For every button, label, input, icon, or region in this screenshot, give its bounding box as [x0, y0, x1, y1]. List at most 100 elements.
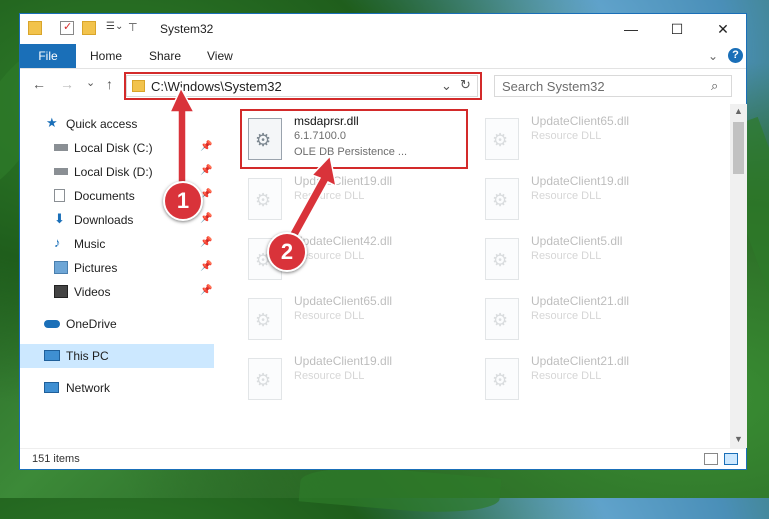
file-description: Resource DLL — [531, 190, 602, 202]
gear-icon: ⚙ — [492, 130, 509, 150]
help-icon[interactable]: ? — [728, 48, 743, 63]
star-icon: ★ — [46, 115, 58, 130]
step-marker-2: 2 — [267, 232, 307, 272]
file-item[interactable]: ⚙ UpdateClient21.dll Resource DLL — [479, 292, 679, 348]
minimize-button[interactable]: — — [608, 14, 654, 44]
back-button[interactable]: ← — [32, 76, 46, 92]
sidebar-item-pictures[interactable]: Pictures 📌 — [20, 256, 214, 280]
step-marker-1: 1 — [163, 181, 203, 221]
dll-file-icon: ⚙ — [485, 178, 519, 220]
close-button[interactable]: ✕ — [700, 14, 746, 44]
drive-icon — [54, 168, 68, 175]
properties-icon[interactable]: ✓ — [60, 21, 74, 35]
gear-icon: ⚙ — [492, 370, 509, 390]
dll-file-icon: ⚙ — [485, 358, 519, 400]
pin-icon[interactable]: 📌 — [200, 165, 212, 176]
file-description: Resource DLL — [531, 310, 602, 322]
status-bar: 151 items — [20, 448, 746, 471]
downloads-icon: ⬇ — [54, 211, 65, 226]
drive-icon — [54, 144, 68, 151]
network-icon — [44, 382, 59, 393]
pin-icon[interactable]: 📌 — [200, 285, 212, 296]
documents-icon — [54, 189, 65, 202]
scroll-up-icon[interactable]: ▲ — [734, 106, 743, 116]
tab-file[interactable]: File — [20, 44, 76, 68]
gear-icon: ⚙ — [492, 190, 509, 210]
file-item[interactable]: ⚙ UpdateClient65.dll Resource DLL — [242, 292, 442, 348]
file-item[interactable]: ⚙ UpdateClient21.dll Resource DLL — [479, 352, 679, 408]
file-item[interactable]: ⚙ UpdateClient19.dll Resource DLL — [479, 172, 679, 228]
navigation-bar: ← → ⌄ ↑ C:\Windows\System32 ⌄ ↻ Search S… — [20, 68, 746, 102]
tab-view[interactable]: View — [207, 44, 233, 68]
gear-icon: ⚙ — [255, 310, 272, 330]
navigation-pane: ★ Quick access Local Disk (C:) 📌 Local D… — [20, 104, 214, 454]
tab-home[interactable]: Home — [90, 44, 122, 68]
sidebar-item-this-pc[interactable]: This PC — [20, 344, 214, 368]
new-folder-icon[interactable] — [82, 21, 96, 35]
ribbon-collapse-icon[interactable]: ⌄ — [708, 44, 718, 68]
sidebar-item-label: Videos — [74, 285, 111, 299]
window-title: System32 — [160, 22, 214, 36]
sidebar-item-music[interactable]: ♪ Music 📌 — [20, 232, 214, 256]
file-item[interactable]: ⚙ UpdateClient65.dll Resource DLL — [479, 112, 679, 168]
vertical-scrollbar[interactable]: ▲ ▼ — [730, 104, 747, 448]
dll-file-icon: ⚙ — [485, 118, 519, 160]
address-highlight-box — [124, 72, 482, 100]
sidebar-item-label: Documents — [74, 189, 135, 203]
file-item[interactable]: ⚙ UpdateClient19.dll Resource DLL — [242, 172, 442, 228]
dll-file-icon: ⚙ — [485, 238, 519, 280]
dll-file-icon: ⚙ — [485, 298, 519, 340]
file-description: Resource DLL — [294, 370, 365, 382]
file-highlight-box — [240, 109, 468, 169]
file-item[interactable]: ⚙ UpdateClient5.dll Resource DLL — [479, 232, 679, 288]
gear-icon: ⚙ — [255, 190, 272, 210]
pin-icon[interactable]: 📌 — [200, 237, 212, 248]
sidebar-item-label: Local Disk (D:) — [74, 165, 153, 179]
search-box[interactable]: Search System32 ⌕ — [494, 75, 732, 97]
maximize-button[interactable]: ☐ — [654, 14, 700, 44]
sidebar-item-label: Music — [74, 237, 106, 251]
scroll-down-icon[interactable]: ▼ — [734, 434, 743, 444]
search-input[interactable]: Search System32 — [502, 79, 605, 94]
sidebar-item-label: Local Disk (C:) — [74, 141, 153, 155]
file-name: UpdateClient21.dll — [531, 354, 630, 368]
file-name: UpdateClient5.dll — [531, 234, 623, 248]
pictures-icon — [54, 261, 68, 274]
recent-locations-button[interactable]: ⌄ — [86, 76, 95, 89]
ribbon-tabs: File Home Share View ⌄ ? — [20, 44, 746, 69]
sidebar-item-label: Downloads — [74, 213, 134, 227]
tab-share[interactable]: Share — [149, 44, 181, 68]
sidebar-item-label: OneDrive — [66, 317, 117, 331]
sidebar-item-local-disk-c[interactable]: Local Disk (C:) 📌 — [20, 136, 214, 160]
sidebar-item-quick-access[interactable]: ★ Quick access — [20, 112, 214, 136]
file-item[interactable]: ⚙ UpdateClient19.dll Resource DLL — [242, 352, 442, 408]
scrollbar-thumb[interactable] — [733, 122, 744, 174]
gear-icon: ⚙ — [492, 250, 509, 270]
forward-button[interactable]: → — [60, 76, 74, 92]
customize-qat-icon[interactable]: ☰⌄ — [106, 21, 123, 35]
sidebar-item-onedrive[interactable]: OneDrive — [20, 312, 214, 336]
file-name: UpdateClient65.dll — [531, 114, 630, 128]
file-name: UpdateClient19.dll — [294, 174, 393, 188]
file-list: ⚙ msdaprsr.dll 6.1.7100.0 OLE DB Persist… — [216, 104, 736, 448]
explorer-window: ✓ ☰⌄ ⊤ System32 — ☐ ✕ File Home Share Vi… — [19, 13, 747, 470]
file-name: UpdateClient42.dll — [294, 234, 393, 248]
sidebar-item-label: Pictures — [74, 261, 118, 275]
large-icons-view-icon[interactable] — [724, 453, 738, 465]
file-description: Resource DLL — [531, 250, 602, 262]
title-bar: ✓ ☰⌄ ⊤ System32 — ☐ ✕ — [20, 14, 746, 44]
pin-icon[interactable]: 📌 — [200, 141, 212, 152]
sidebar-item-network[interactable]: Network — [20, 376, 214, 400]
pin-icon[interactable]: 📌 — [200, 261, 212, 272]
up-button[interactable]: ↑ — [106, 76, 113, 92]
sidebar-item-videos[interactable]: Videos 📌 — [20, 280, 214, 304]
file-description: Resource DLL — [531, 370, 602, 382]
gear-icon: ⚙ — [492, 310, 509, 330]
music-icon: ♪ — [54, 235, 61, 250]
sidebar-item-label: Quick access — [66, 117, 138, 131]
gear-icon: ⚙ — [255, 370, 272, 390]
pin-icon[interactable]: 📌 — [200, 213, 212, 224]
file-name: UpdateClient19.dll — [294, 354, 393, 368]
details-view-icon[interactable] — [704, 453, 718, 465]
dll-file-icon: ⚙ — [248, 178, 282, 220]
